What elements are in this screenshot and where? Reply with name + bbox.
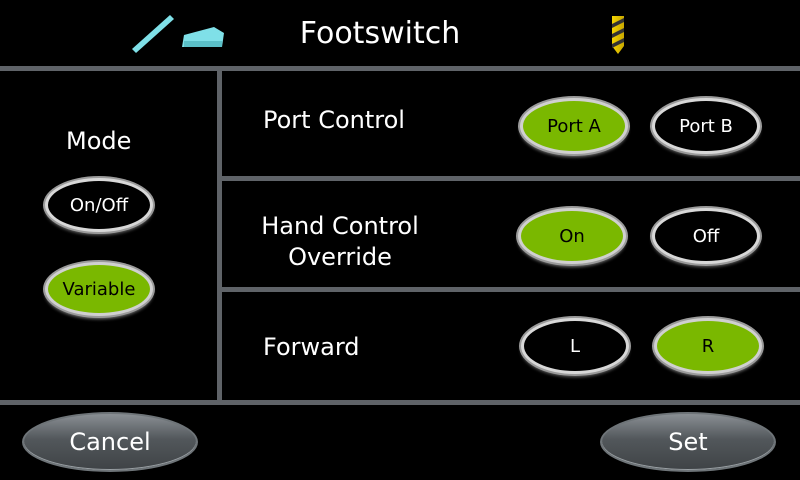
port-b-button[interactable]: Port B [652, 98, 760, 154]
row-divider-1 [220, 176, 800, 181]
mode-onoff-button[interactable]: On/Off [45, 178, 153, 232]
row-divider-2 [220, 287, 800, 292]
mode-variable-button[interactable]: Variable [45, 262, 153, 316]
forward-label: Forward [263, 333, 360, 361]
forward-l-button[interactable]: L [521, 318, 629, 374]
footer-divider [0, 400, 800, 405]
hand-control-on-button[interactable]: On [518, 208, 626, 264]
hand-control-label-line2: Override [288, 243, 392, 271]
drill-bit-icon [612, 16, 624, 54]
port-a-button[interactable]: Port A [520, 98, 628, 154]
hand-control-label: Hand Control Override [255, 211, 425, 273]
cancel-button[interactable]: Cancel [22, 412, 198, 472]
set-button[interactable]: Set [600, 412, 776, 472]
hand-control-label-line1: Hand Control [261, 212, 419, 240]
hand-control-off-button[interactable]: Off [652, 208, 760, 264]
port-control-label: Port Control [263, 106, 405, 134]
header-divider [0, 66, 800, 71]
mode-label: Mode [66, 127, 132, 155]
page-title: Footswitch [299, 16, 461, 51]
forward-r-button[interactable]: R [654, 318, 762, 374]
left-panel-divider [217, 66, 222, 403]
